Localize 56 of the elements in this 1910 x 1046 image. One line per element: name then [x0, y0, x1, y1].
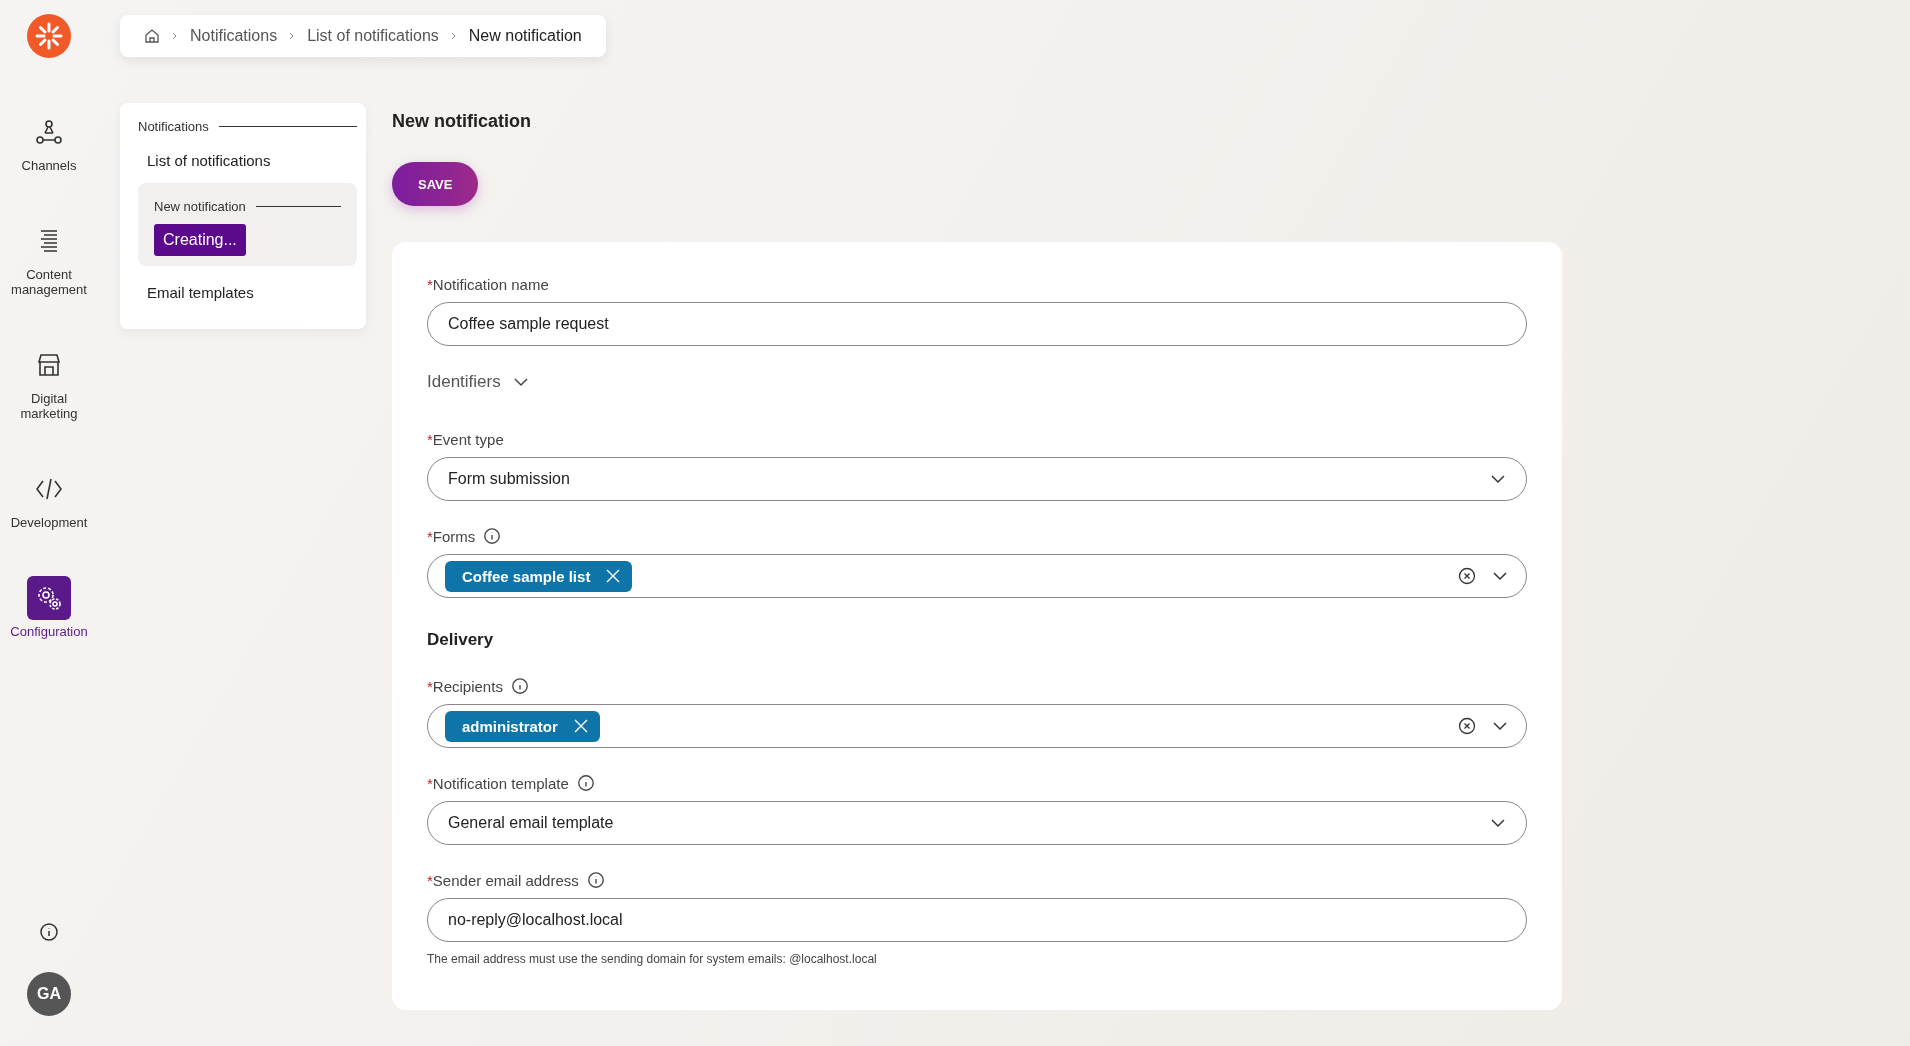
- rail-nav-item[interactable]: Digital marketing: [2, 343, 96, 421]
- field-label: *Notification template: [427, 774, 569, 792]
- rail-nav-item[interactable]: Configuration: [2, 576, 96, 639]
- chevron-right-icon: [289, 32, 296, 40]
- select-field[interactable]: General email template: [427, 801, 1527, 845]
- breadcrumb-link[interactable]: New notification: [468, 27, 582, 45]
- selected-tag[interactable]: Coffee sample list: [445, 560, 633, 592]
- clear-icon[interactable]: [1458, 717, 1476, 735]
- info-icon[interactable]: [510, 677, 529, 695]
- breadcrumb-link[interactable]: List of notifications: [307, 27, 439, 45]
- save-button[interactable]: SAVE: [392, 162, 479, 206]
- info-icon[interactable]: [586, 871, 605, 889]
- multi-select-field[interactable]: administrator: [427, 704, 1527, 748]
- multi-select-field[interactable]: Coffee sample list: [427, 554, 1527, 598]
- clear-icon[interactable]: [1458, 567, 1476, 585]
- chevron-down-icon: [1490, 474, 1506, 484]
- chevron-right-icon: [450, 32, 457, 40]
- identifiers-toggle[interactable]: Identifiers: [427, 372, 529, 392]
- network-icon: [36, 119, 62, 145]
- nav-group-title: New notification: [154, 199, 246, 214]
- select-field[interactable]: Form submission: [427, 457, 1527, 501]
- rail-nav-item[interactable]: Development: [2, 467, 96, 530]
- store-icon: [36, 352, 62, 378]
- field-label: *Event type: [427, 431, 504, 448]
- nav-link[interactable]: List of notifications: [138, 134, 357, 183]
- code-icon: [35, 476, 63, 502]
- logo-icon[interactable]: [27, 14, 71, 58]
- breadcrumb-link[interactable]: Notifications: [190, 27, 278, 45]
- help-text: The email address must use the sending domain for system emails: @localhost.local: [427, 952, 878, 966]
- text-field[interactable]: Coffee sample request: [427, 302, 1527, 346]
- text-field[interactable]: no-reply@localhost.local: [427, 898, 1527, 942]
- section-heading: Notifications: [138, 119, 209, 134]
- rail-nav-item[interactable]: Content management: [2, 219, 96, 297]
- chevron-icon: [512, 377, 529, 387]
- status-link[interactable]: Creating...: [154, 224, 246, 256]
- page-title: New notification: [392, 111, 532, 132]
- chevron-down-icon[interactable]: [1492, 571, 1508, 581]
- chevron-down-icon: [1490, 818, 1506, 828]
- home-icon[interactable]: [144, 28, 160, 44]
- info-icon[interactable]: [576, 774, 595, 792]
- info-icon[interactable]: [483, 527, 502, 545]
- user-avatar[interactable]: GA: [27, 972, 71, 1016]
- field-label: *Sender email address: [427, 871, 579, 889]
- rail-nav-item[interactable]: Channels: [2, 110, 96, 173]
- field-label: *Forms: [427, 527, 476, 545]
- chevron-down-icon[interactable]: [1492, 721, 1508, 731]
- field-label: *Recipients: [427, 677, 503, 695]
- selected-tag[interactable]: administrator: [445, 710, 600, 742]
- close-icon[interactable]: [606, 569, 621, 583]
- nav-link[interactable]: Email templates: [138, 266, 357, 315]
- field-label: *Notification name: [427, 276, 549, 293]
- close-icon[interactable]: [573, 719, 588, 733]
- gears-icon: [35, 584, 63, 612]
- chevron-right-icon: [172, 32, 178, 40]
- section-heading: Delivery: [427, 630, 495, 650]
- info-icon[interactable]: [39, 922, 59, 942]
